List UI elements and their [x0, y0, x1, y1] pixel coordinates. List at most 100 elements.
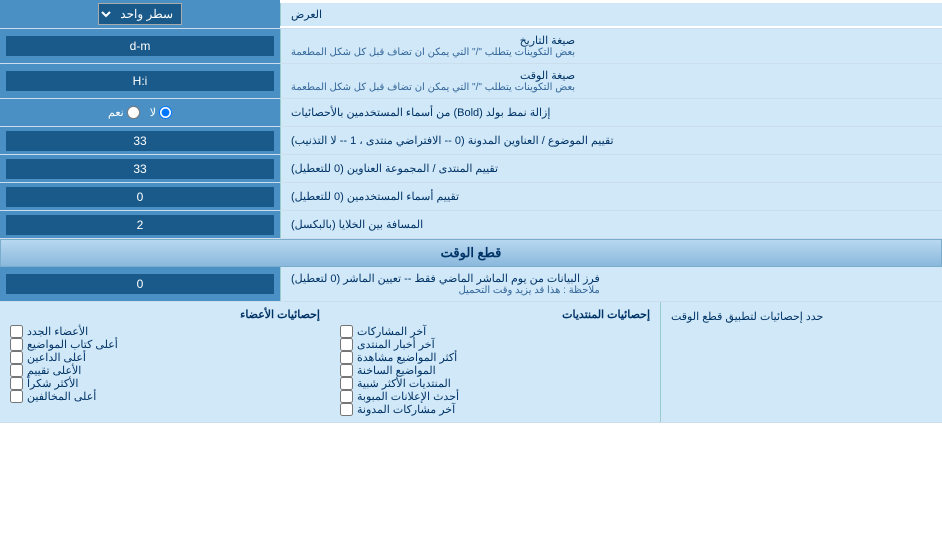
limit-row: حدد إحصائيات لتطبيق قطع الوقت إحصائيات ا… [0, 302, 942, 423]
bold-remove-label-text: إزالة نمط بولد (Bold) من أسماء المستخدمي… [291, 106, 550, 119]
bold-remove-radio-area: لا نعم [0, 99, 280, 126]
forum-sort-label-text: تقييم المنتدى / المجموعة العناوين (0 للت… [291, 162, 498, 175]
time-format-input[interactable] [6, 71, 274, 91]
limit-label: حدد إحصائيات لتطبيق قطع الوقت [660, 302, 942, 422]
display-select[interactable]: سطر واحد سطران ثلاثة أسطر [98, 3, 182, 25]
cb-forum-7[interactable] [340, 403, 353, 416]
cbm4-label: الأعلى تقييم [27, 364, 81, 377]
date-format-input[interactable] [6, 36, 274, 56]
members-stats-header: إحصائيات الأعضاء [10, 308, 320, 321]
gap-input-area [0, 211, 280, 238]
cb-member-1[interactable] [10, 325, 23, 338]
topics-sort-label: تقييم الموضوع / العناوين المدونة (0 -- ا… [280, 127, 942, 154]
cb4-label: المواضيع الساخنة [357, 364, 436, 377]
topics-sort-label-text: تقييم الموضوع / العناوين المدونة (0 -- ا… [291, 134, 614, 147]
filter-sublabel: ملاحظة : هذا قد يزيد وقت التحميل [291, 285, 600, 296]
checkboxes-container: إحصائيات المنتديات آخر المشاركات آخر أخب… [0, 302, 660, 422]
display-select-area: سطر واحد سطران ثلاثة أسطر [0, 0, 280, 28]
topics-sort-input-area [0, 127, 280, 154]
cb-forum-5[interactable] [340, 377, 353, 390]
bold-no-text: لا [150, 106, 156, 119]
topics-sort-row: تقييم الموضوع / العناوين المدونة (0 -- ا… [0, 127, 942, 155]
forum-sort-input-area [0, 155, 280, 182]
filter-label-text: فرز البيانات من يوم الماشر الماضي فقط --… [291, 272, 600, 285]
filter-input-area [0, 267, 280, 301]
gap-label-text: المسافة بين الخلايا (بالبكسل) [291, 218, 423, 231]
cb-forum-1[interactable] [340, 325, 353, 338]
gap-input[interactable] [6, 215, 274, 235]
date-format-sublabel: بعض التكوينات يتطلب "/" التي يمكن ان تضا… [291, 47, 575, 58]
bold-yes-label[interactable]: نعم [108, 106, 140, 119]
cbm3-label: أعلى الداعين [27, 351, 86, 364]
time-format-label: صيغة الوقت بعض التكوينات يتطلب "/" التي … [280, 64, 942, 98]
users-sort-label: تقييم أسماء المستخدمين (0 للتعطيل) [280, 183, 942, 210]
filter-label: فرز البيانات من يوم الماشر الماضي فقط --… [280, 267, 942, 301]
forum-sort-label: تقييم المنتدى / المجموعة العناوين (0 للت… [280, 155, 942, 182]
time-format-sublabel: بعض التكوينات يتطلب "/" التي يمكن ان تضا… [291, 82, 575, 93]
display-label-text: العرض [291, 8, 322, 21]
checkbox-member-item-4: الأعلى تقييم [10, 364, 320, 377]
page-wrapper: العرض سطر واحد سطران ثلاثة أسطر صيغة الت… [0, 0, 942, 423]
checkbox-member-item-5: الأكثر شكراً [10, 377, 320, 390]
cb-member-3[interactable] [10, 351, 23, 364]
cb-member-6[interactable] [10, 390, 23, 403]
cb-member-5[interactable] [10, 377, 23, 390]
forum-sort-row: تقييم المنتدى / المجموعة العناوين (0 للت… [0, 155, 942, 183]
checkbox-item-1: آخر المشاركات [340, 325, 650, 338]
cb2-label: آخر أخبار المنتدى [357, 338, 435, 351]
bold-no-label[interactable]: لا [150, 106, 172, 119]
filter-row: فرز البيانات من يوم الماشر الماضي فقط --… [0, 267, 942, 302]
cb-forum-2[interactable] [340, 338, 353, 351]
bold-no-radio[interactable] [159, 106, 172, 119]
cbm2-label: أعلى كتاب المواضيع [27, 338, 118, 351]
cb-forum-3[interactable] [340, 351, 353, 364]
checkbox-item-3: أكثر المواضيع مشاهدة [340, 351, 650, 364]
forum-sort-input[interactable] [6, 159, 274, 179]
checkbox-member-item-2: أعلى كتاب المواضيع [10, 338, 320, 351]
members-stats-column: إحصائيات الأعضاء الأعضاء الجدد أعلى كتاب… [10, 308, 320, 416]
cbm6-label: أعلى المخالفين [27, 390, 96, 403]
gap-label: المسافة بين الخلايا (بالبكسل) [280, 211, 942, 238]
cb1-label: آخر المشاركات [357, 325, 426, 338]
checkbox-item-5: المنتديات الأكثر شبية [340, 377, 650, 390]
cb-forum-4[interactable] [340, 364, 353, 377]
cbm5-label: الأكثر شكراً [27, 377, 78, 390]
cb-member-2[interactable] [10, 338, 23, 351]
time-format-input-area [0, 64, 280, 98]
cb6-label: أحدث الإعلانات المبوبة [357, 390, 459, 403]
date-format-row: صيغة التاريخ بعض التكوينات يتطلب "/" الت… [0, 29, 942, 64]
date-format-label: صيغة التاريخ بعض التكوينات يتطلب "/" الت… [280, 29, 942, 63]
cb3-label: أكثر المواضيع مشاهدة [357, 351, 457, 364]
checkbox-item-6: أحدث الإعلانات المبوبة [340, 390, 650, 403]
forum-stats-column: إحصائيات المنتديات آخر المشاركات آخر أخب… [340, 308, 650, 416]
bold-yes-radio[interactable] [127, 106, 140, 119]
time-format-label-text: صيغة الوقت [291, 69, 575, 82]
bold-remove-label: إزالة نمط بولد (Bold) من أسماء المستخدمي… [280, 99, 942, 126]
bold-remove-row: إزالة نمط بولد (Bold) من أسماء المستخدمي… [0, 99, 942, 127]
bold-yes-text: نعم [108, 106, 124, 119]
display-row: العرض سطر واحد سطران ثلاثة أسطر [0, 0, 942, 29]
checkbox-member-item-3: أعلى الداعين [10, 351, 320, 364]
users-sort-input-area [0, 183, 280, 210]
cb-member-4[interactable] [10, 364, 23, 377]
cb-forum-6[interactable] [340, 390, 353, 403]
time-cut-section-header: قطع الوقت [0, 239, 942, 267]
time-cut-section-label: قطع الوقت [441, 245, 502, 260]
users-sort-input[interactable] [6, 187, 274, 207]
users-sort-row: تقييم أسماء المستخدمين (0 للتعطيل) [0, 183, 942, 211]
date-format-input-area [0, 29, 280, 63]
limit-label-text: حدد إحصائيات لتطبيق قطع الوقت [671, 310, 823, 323]
topics-sort-input[interactable] [6, 131, 274, 151]
time-format-row: صيغة الوقت بعض التكوينات يتطلب "/" التي … [0, 64, 942, 99]
filter-input[interactable] [6, 274, 274, 294]
checkboxes-columns: إحصائيات المنتديات آخر المشاركات آخر أخب… [10, 308, 650, 416]
checkbox-member-item-1: الأعضاء الجدد [10, 325, 320, 338]
users-sort-label-text: تقييم أسماء المستخدمين (0 للتعطيل) [291, 190, 459, 203]
checkbox-item-2: آخر أخبار المنتدى [340, 338, 650, 351]
date-format-label-text: صيغة التاريخ [291, 34, 575, 47]
forum-stats-header: إحصائيات المنتديات [340, 308, 650, 321]
gap-row: المسافة بين الخلايا (بالبكسل) [0, 211, 942, 239]
cb5-label: المنتديات الأكثر شبية [357, 377, 451, 390]
checkbox-member-item-6: أعلى المخالفين [10, 390, 320, 403]
checkbox-item-7: آخر مشاركات المدونة [340, 403, 650, 416]
